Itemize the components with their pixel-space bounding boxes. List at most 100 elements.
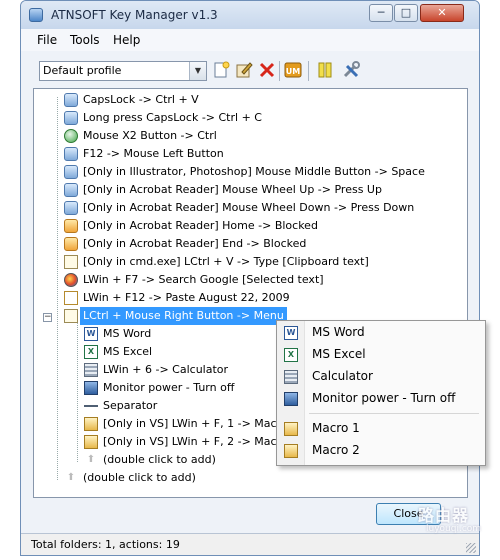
- tree-item-label: F12 -> Mouse Left Button: [83, 147, 224, 160]
- tree-item-label: [Only in Acrobat Reader] End -> Blocked: [83, 237, 307, 250]
- tree-item-label: Mouse X2 Button -> Ctrl: [83, 129, 217, 142]
- monitor-icon: [284, 392, 298, 406]
- popup-item-label: Macro 1: [312, 421, 360, 435]
- macro-icon: [284, 422, 298, 436]
- um-icon: UM: [284, 62, 302, 78]
- toolbar: Default profile ▼ UM: [21, 53, 479, 87]
- popup-item-label: Calculator: [312, 369, 373, 383]
- excel-icon: X: [284, 348, 298, 362]
- minimize-button[interactable]: ─: [369, 4, 393, 22]
- tree-item-label: Separator: [103, 399, 158, 412]
- close-window-button[interactable]: ✕: [420, 4, 464, 22]
- keyboard-icon: [64, 183, 78, 197]
- keyboard-icon: [64, 165, 78, 179]
- tree-item-label: [Only in VS] LWin + F, 2 -> Macro 2: [103, 435, 299, 448]
- popup-menu-item[interactable]: Macro 2: [279, 441, 483, 461]
- tree-item-label: LWin + F7 -> Search Google [Selected tex…: [83, 273, 324, 286]
- popup-item-label: MS Word: [312, 325, 365, 339]
- edit-icon: [236, 62, 253, 78]
- tree-item-label: LCtrl + Mouse Right Button -> Menu: [80, 307, 287, 325]
- calculator-icon: [284, 370, 298, 384]
- word-icon: W: [84, 327, 98, 341]
- title-bar[interactable]: ATNSOFT Key Manager v1.3 ─ □ ✕: [21, 1, 479, 29]
- globe-icon: [64, 273, 78, 287]
- script-icon: [64, 255, 78, 269]
- add-placeholder-label: (double click to add): [103, 453, 216, 466]
- lock-icon: [64, 219, 78, 233]
- tree-item-label: [Only in Illustrator, Photoshop] Mouse M…: [83, 165, 425, 178]
- macro-icon: [84, 417, 98, 431]
- keyboard-icon: [64, 111, 78, 125]
- tree-item-label: [Only in Acrobat Reader] Mouse Wheel Up …: [83, 183, 382, 196]
- tree-guide-line: [57, 97, 58, 480]
- popup-menu-item[interactable]: Monitor power - Turn off: [279, 389, 483, 409]
- calculator-icon: [84, 363, 98, 377]
- toolbar-separator: [279, 61, 280, 81]
- tree-item-label: [Only in Acrobat Reader] Home -> Blocked: [83, 219, 318, 232]
- popup-menu-item[interactable]: Calculator: [279, 367, 483, 387]
- paste-icon: [64, 291, 78, 305]
- tree-guide-line: [77, 322, 78, 462]
- toolbar-separator: [308, 61, 309, 81]
- popup-item-label: Monitor power - Turn off: [312, 391, 456, 405]
- popup-menu-separator: [309, 413, 479, 414]
- pause-button[interactable]: [315, 60, 335, 80]
- menu-tools[interactable]: Tools: [70, 33, 100, 47]
- tree-item-label: [Only in cmd.exe] LCtrl + V -> Type [Cli…: [83, 255, 369, 268]
- tree-item-label: MS Excel: [103, 345, 153, 358]
- word-icon: W: [284, 326, 298, 340]
- popup-menu: W MS Word X MS Excel Calculator Monitor …: [276, 320, 486, 466]
- tools-icon: [343, 61, 360, 78]
- watermark-subtext: luyouqi.com: [426, 524, 482, 534]
- tree-item-label: CapsLock -> Ctrl + V: [83, 93, 199, 106]
- menu-bar: File Tools Help: [21, 29, 479, 51]
- collapse-toggle[interactable]: −: [43, 313, 52, 322]
- pause-icon: [318, 62, 332, 78]
- tree-item-label: LWin + 6 -> Calculator: [103, 363, 229, 376]
- watermark-text: 路由器: [418, 506, 470, 525]
- profile-select[interactable]: Default profile ▼: [39, 61, 207, 81]
- tree-item-label: Monitor power - Turn off: [103, 381, 235, 394]
- popup-menu-item[interactable]: Macro 1: [279, 419, 483, 439]
- settings-button[interactable]: [341, 60, 361, 80]
- popup-item-label: Macro 2: [312, 443, 360, 457]
- tree-item-label: [Only in Acrobat Reader] Mouse Wheel Dow…: [83, 201, 415, 214]
- add-placeholder-label: (double click to add): [83, 471, 196, 484]
- status-text: Total folders: 1, actions: 19: [31, 538, 180, 551]
- menu-icon: [64, 309, 78, 323]
- new-document-icon: [214, 61, 230, 78]
- add-arrow-icon: ⬆: [86, 454, 96, 465]
- app-icon: [29, 8, 43, 22]
- menu-file[interactable]: File: [37, 33, 57, 47]
- menu-help[interactable]: Help: [113, 33, 140, 47]
- excel-icon: X: [84, 345, 98, 359]
- delete-icon: [259, 62, 275, 78]
- keyboard-icon: [64, 147, 78, 161]
- mouse-icon: [64, 129, 78, 143]
- tree-item-label: MS Word: [103, 327, 152, 340]
- keyboard-icon: [64, 93, 78, 107]
- macro-icon: [84, 435, 98, 449]
- macro-icon: [284, 444, 298, 458]
- window-title: ATNSOFT Key Manager v1.3: [51, 8, 218, 22]
- chevron-down-icon[interactable]: ▼: [189, 62, 206, 80]
- new-action-button[interactable]: [211, 60, 231, 80]
- delete-action-button[interactable]: [257, 60, 277, 80]
- watermark: 路由器 luyouqi.com: [410, 502, 494, 550]
- add-arrow-icon: ⬆: [66, 472, 76, 483]
- keyboard-icon: [64, 201, 78, 215]
- edit-action-button[interactable]: [234, 60, 254, 80]
- svg-text:UM: UM: [286, 67, 300, 76]
- popup-menu-item[interactable]: X MS Excel: [279, 345, 483, 365]
- monitor-icon: [84, 381, 98, 395]
- separator-icon: [84, 399, 98, 413]
- lock-icon: [64, 237, 78, 251]
- tree-item-label: Long press CapsLock -> Ctrl + C: [83, 111, 262, 124]
- app-window: ATNSOFT Key Manager v1.3 ─ □ ✕ File Tool…: [20, 0, 480, 556]
- tree-item-label: LWin + F12 -> Paste August 22, 2009: [83, 291, 290, 304]
- maximize-button[interactable]: □: [394, 4, 418, 22]
- popup-item-label: MS Excel: [312, 347, 366, 361]
- um-button[interactable]: UM: [283, 60, 303, 80]
- popup-menu-item[interactable]: W MS Word: [279, 323, 483, 343]
- tree-item-label: [Only in VS] LWin + F, 1 -> Macro 1: [103, 417, 299, 430]
